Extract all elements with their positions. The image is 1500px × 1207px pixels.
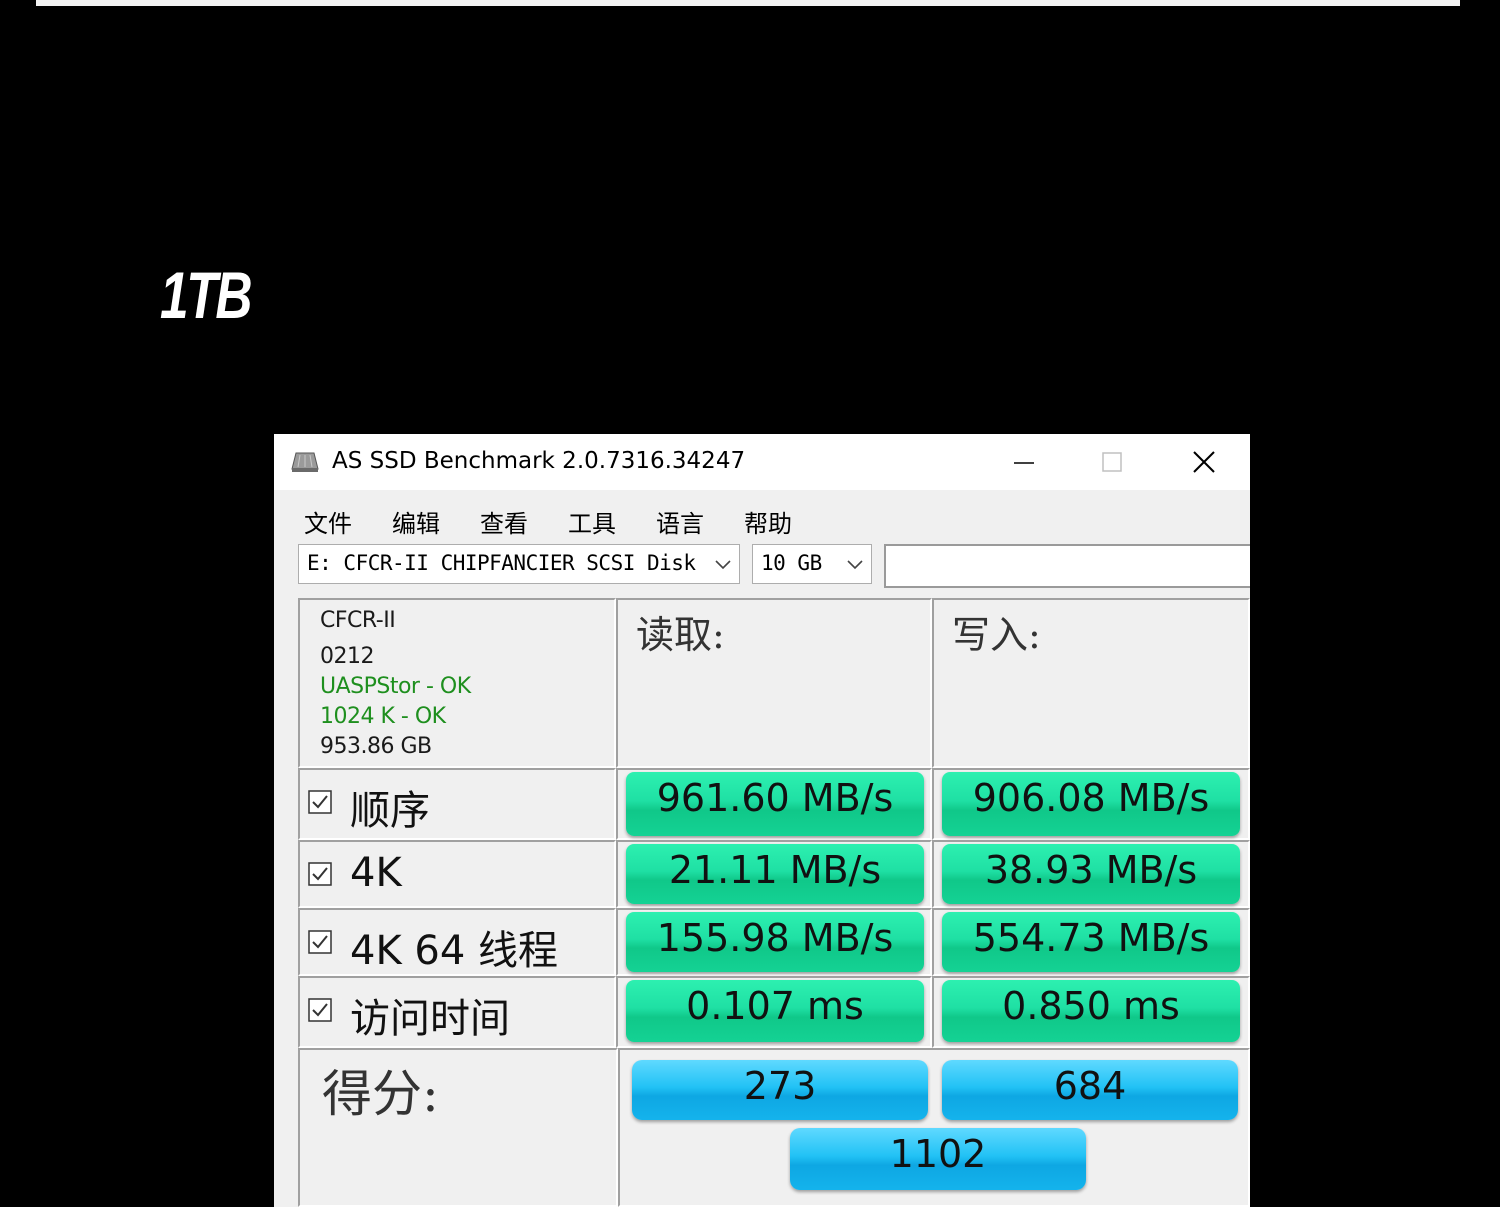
row-label: 顺序 xyxy=(350,788,430,834)
drive-select[interactable]: E: CFCR-II CHIPFANCIER SCSI Disk xyxy=(298,544,740,584)
drive-select-value: E: CFCR-II CHIPFANCIER SCSI Disk xyxy=(307,551,696,575)
read-cell: 0.107 ms xyxy=(616,976,932,1048)
write-column-header: 写入: xyxy=(932,598,1250,768)
minimize-icon xyxy=(1014,462,1034,464)
result-bar: 961.60 MB/s xyxy=(626,772,924,836)
device-info-panel: CFCR-II 0212 UASPStor - OK 1024 K - OK 9… xyxy=(298,598,616,768)
checkbox-checked-icon[interactable] xyxy=(308,790,332,814)
read-result: 0.107 ms xyxy=(686,984,864,1028)
write-score: 684 xyxy=(1053,1064,1127,1108)
score-label-panel: 得分: xyxy=(298,1048,618,1207)
result-bar: 906.08 MB/s xyxy=(942,772,1240,836)
menu-tools[interactable]: 工具 xyxy=(568,504,616,539)
size-select-value: 10 GB xyxy=(761,551,822,575)
row-sequential: 顺序 xyxy=(298,768,616,840)
result-bar: 0.107 ms xyxy=(626,980,924,1042)
menu-view[interactable]: 查看 xyxy=(480,504,528,539)
menu-file[interactable]: 文件 xyxy=(304,504,352,539)
result-bar: 38.93 MB/s xyxy=(942,844,1240,904)
status-text-field[interactable] xyxy=(884,544,1250,588)
write-result: 906.08 MB/s xyxy=(972,776,1210,820)
row-4k: 4K xyxy=(298,840,616,908)
read-cell: 155.98 MB/s xyxy=(616,908,932,976)
result-bar: 0.850 ms xyxy=(942,980,1240,1042)
read-result: 155.98 MB/s xyxy=(656,916,894,960)
write-result: 0.850 ms xyxy=(1002,984,1180,1028)
close-button[interactable] xyxy=(1158,434,1248,490)
device-firmware: 0212 xyxy=(320,644,375,669)
chevron-down-icon xyxy=(715,560,731,570)
maximize-button[interactable] xyxy=(1066,434,1156,490)
row-label: 4K 64 线程 xyxy=(350,928,559,974)
read-score-bar: 273 xyxy=(632,1060,928,1120)
row-label: 4K xyxy=(350,850,402,896)
write-result: 38.93 MB/s xyxy=(984,848,1198,892)
capacity-label: 1TB xyxy=(160,258,253,332)
menu-bar: 文件 编辑 查看 工具 语言 帮助 xyxy=(274,494,1250,542)
score-label: 得分: xyxy=(322,1065,439,1123)
write-score-bar: 684 xyxy=(942,1060,1238,1120)
row-access-time: 访问时间 xyxy=(298,976,616,1048)
write-cell: 906.08 MB/s xyxy=(932,768,1250,840)
checkbox-checked-icon[interactable] xyxy=(308,862,332,886)
alignment-status: 1024 K - OK xyxy=(320,704,446,729)
benchmark-window: AS SSD Benchmark 2.0.7316.34247 文件 编辑 查看… xyxy=(274,434,1250,1207)
maximize-icon xyxy=(1102,452,1122,472)
total-score: 1102 xyxy=(889,1132,987,1176)
read-result: 961.60 MB/s xyxy=(656,776,894,820)
title-bar[interactable]: AS SSD Benchmark 2.0.7316.34247 xyxy=(274,434,1250,490)
device-model: CFCR-II xyxy=(320,608,396,633)
row-label: 访问时间 xyxy=(350,996,510,1042)
size-select[interactable]: 10 GB xyxy=(752,544,872,584)
read-column-header: 读取: xyxy=(616,598,932,768)
window-title: AS SSD Benchmark 2.0.7316.34247 xyxy=(332,448,746,474)
result-bar: 155.98 MB/s xyxy=(626,912,924,972)
menu-language[interactable]: 语言 xyxy=(656,504,704,539)
close-icon xyxy=(1193,451,1215,473)
read-cell: 961.60 MB/s xyxy=(616,768,932,840)
drive-icon xyxy=(291,452,319,472)
read-score: 273 xyxy=(743,1064,817,1108)
read-result: 21.11 MB/s xyxy=(668,848,882,892)
device-capacity: 953.86 GB xyxy=(320,734,432,759)
score-area: 273 684 1102 xyxy=(618,1048,1250,1207)
read-cell: 21.11 MB/s xyxy=(616,840,932,908)
write-result: 554.73 MB/s xyxy=(972,916,1210,960)
menu-help[interactable]: 帮助 xyxy=(744,504,792,539)
minimize-button[interactable] xyxy=(976,434,1066,490)
result-bar: 554.73 MB/s xyxy=(942,912,1240,972)
top-divider-bar xyxy=(36,0,1460,6)
result-bar: 21.11 MB/s xyxy=(626,844,924,904)
checkbox-checked-icon[interactable] xyxy=(308,930,332,954)
write-column-title: 写入: xyxy=(952,613,1041,657)
chevron-down-icon xyxy=(847,560,863,570)
read-column-title: 读取: xyxy=(636,613,725,657)
write-cell: 0.850 ms xyxy=(932,976,1250,1048)
checkbox-checked-icon[interactable] xyxy=(308,998,332,1022)
write-cell: 554.73 MB/s xyxy=(932,908,1250,976)
write-cell: 38.93 MB/s xyxy=(932,840,1250,908)
row-4k-64-threads: 4K 64 线程 xyxy=(298,908,616,976)
driver-status: UASPStor - OK xyxy=(320,674,471,699)
menu-edit[interactable]: 编辑 xyxy=(392,504,440,539)
total-score-bar: 1102 xyxy=(790,1128,1086,1190)
